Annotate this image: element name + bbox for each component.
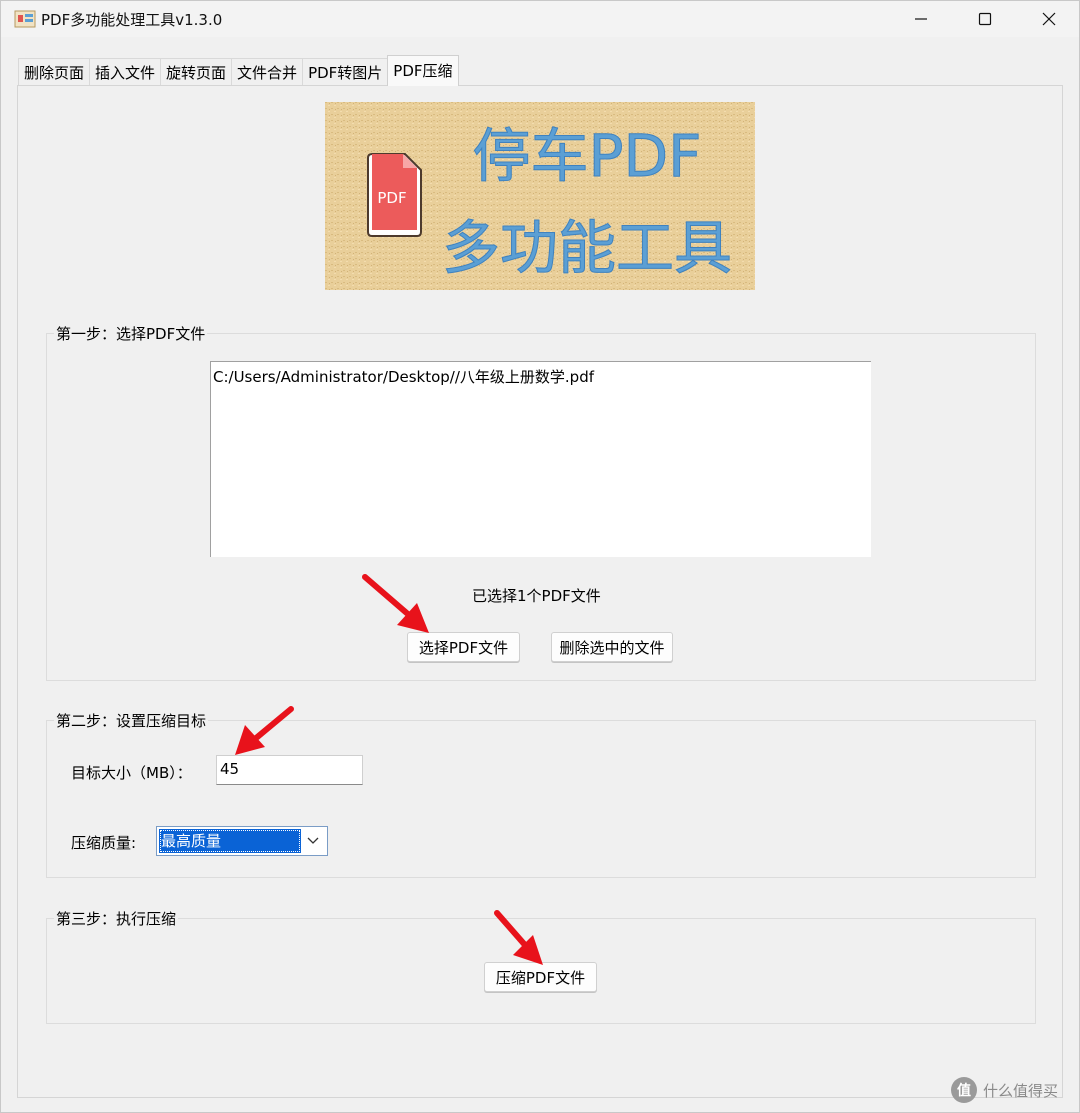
chevron-down-icon[interactable] [301, 829, 325, 853]
tab-merge-files[interactable]: 文件合并 [231, 58, 304, 86]
minimize-button[interactable] [890, 1, 952, 37]
banner-title-line1: 停车PDF [473, 122, 702, 190]
close-icon [1042, 12, 1056, 26]
target-size-label: 目标大小（MB）： [71, 764, 192, 782]
tab-pdf-compress[interactable]: PDF压缩 [387, 55, 459, 86]
quality-select[interactable]: 最高质量 [156, 826, 328, 856]
step2-title: 第二步：设置压缩目标 [54, 710, 209, 731]
step1-title: 第一步：选择PDF文件 [54, 323, 208, 344]
tab-delete-pages[interactable]: 删除页面 [18, 58, 91, 86]
annotation-arrow-compress [494, 910, 543, 965]
delete-selected-button[interactable]: 删除选中的文件 [551, 632, 673, 662]
file-list-item[interactable]: C:/Users/Administrator/Desktop//八年级上册数学.… [213, 366, 869, 387]
step3-title: 第三步：执行压缩 [54, 908, 179, 929]
pdf-icon-label: PDF [377, 189, 406, 207]
selection-status: 已选择1个PDF文件 [472, 587, 601, 605]
quality-select-value: 最高质量 [159, 829, 301, 853]
tab-pdf-to-image[interactable]: PDF转图片 [302, 58, 389, 86]
maximize-button[interactable] [954, 1, 1016, 37]
tab-bar: 删除页面 插入文件 旋转页面 文件合并 PDF转图片 PDF压缩 [18, 55, 459, 86]
quality-label: 压缩质量: [71, 834, 137, 852]
watermark-text: 什么值得买 [983, 1081, 1059, 1100]
watermark-badge: 值 [951, 1077, 977, 1103]
banner-title-line2: 多功能工具 [442, 214, 732, 282]
window-title: PDF多功能处理工具v1.3.0 [41, 11, 223, 29]
app-window: PDF多功能处理工具v1.3.0 删除页面 插入文件 旋转页面 文件合并 PDF… [0, 0, 1080, 1113]
title-bar: PDF多功能处理工具v1.3.0 [1, 1, 1079, 37]
banner-image: PDF 停车PDF 多功能工具 [325, 102, 755, 290]
tab-rotate-pages[interactable]: 旋转页面 [160, 58, 233, 86]
annotation-arrow-size [235, 706, 294, 755]
annotation-arrow-select [362, 574, 429, 633]
site-watermark: 值 什么值得买 [951, 1077, 1058, 1103]
minimize-icon [915, 18, 927, 20]
app-icon [14, 10, 36, 28]
tab-insert-file[interactable]: 插入文件 [89, 58, 162, 86]
pdf-document-icon: PDF [367, 153, 422, 237]
file-list[interactable]: C:/Users/Administrator/Desktop//八年级上册数学.… [210, 361, 871, 557]
close-button[interactable] [1018, 1, 1080, 37]
maximize-icon [978, 12, 992, 26]
